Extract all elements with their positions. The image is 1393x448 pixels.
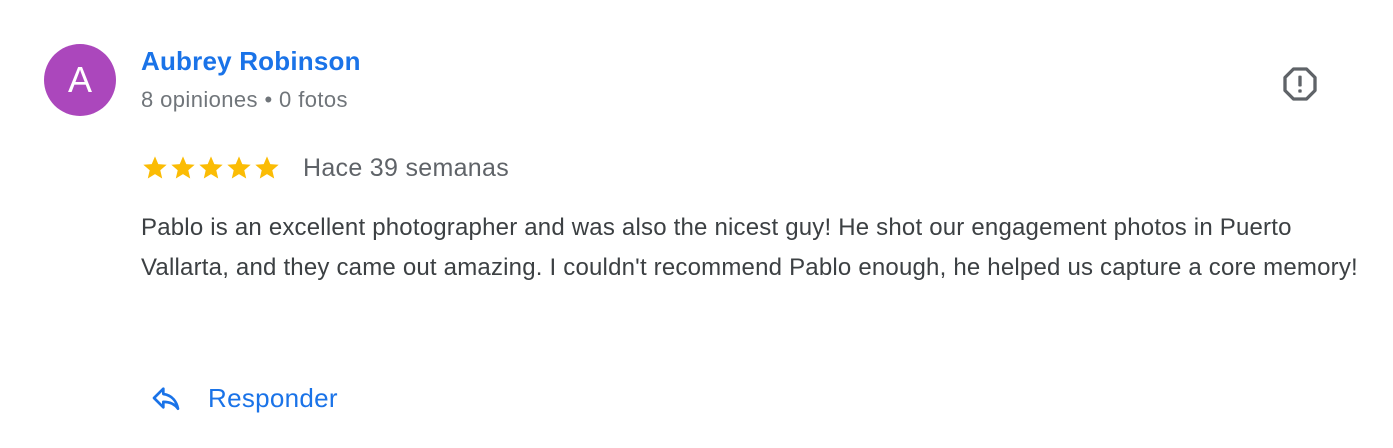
star-icon [143,156,167,179]
star-icon [227,156,251,179]
avatar-initial: A [67,59,92,100]
star-icon [171,156,195,179]
review-text: Pablo is an excellent photographer and w… [141,214,1358,281]
reply-label: Responder [208,382,338,413]
reply-arrow-icon [152,387,180,410]
review-card: A Aubrey Robinson 8 opiniones • 0 fotos … [0,0,1393,448]
star-icon [255,156,279,179]
star-rating [141,154,281,182]
report-flag-icon [1283,67,1317,101]
review-date: Hace 39 semanas [303,153,510,182]
reply-button[interactable]: Responder [150,372,338,424]
report-review-button[interactable] [1278,62,1322,106]
author-name-link[interactable]: Aubrey Robinson [141,46,361,77]
rating-row: Hace 39 semanas [141,152,509,184]
avatar[interactable]: A [44,44,116,116]
star-icon [199,156,223,179]
author-meta: 8 opiniones • 0 fotos [141,87,348,112]
